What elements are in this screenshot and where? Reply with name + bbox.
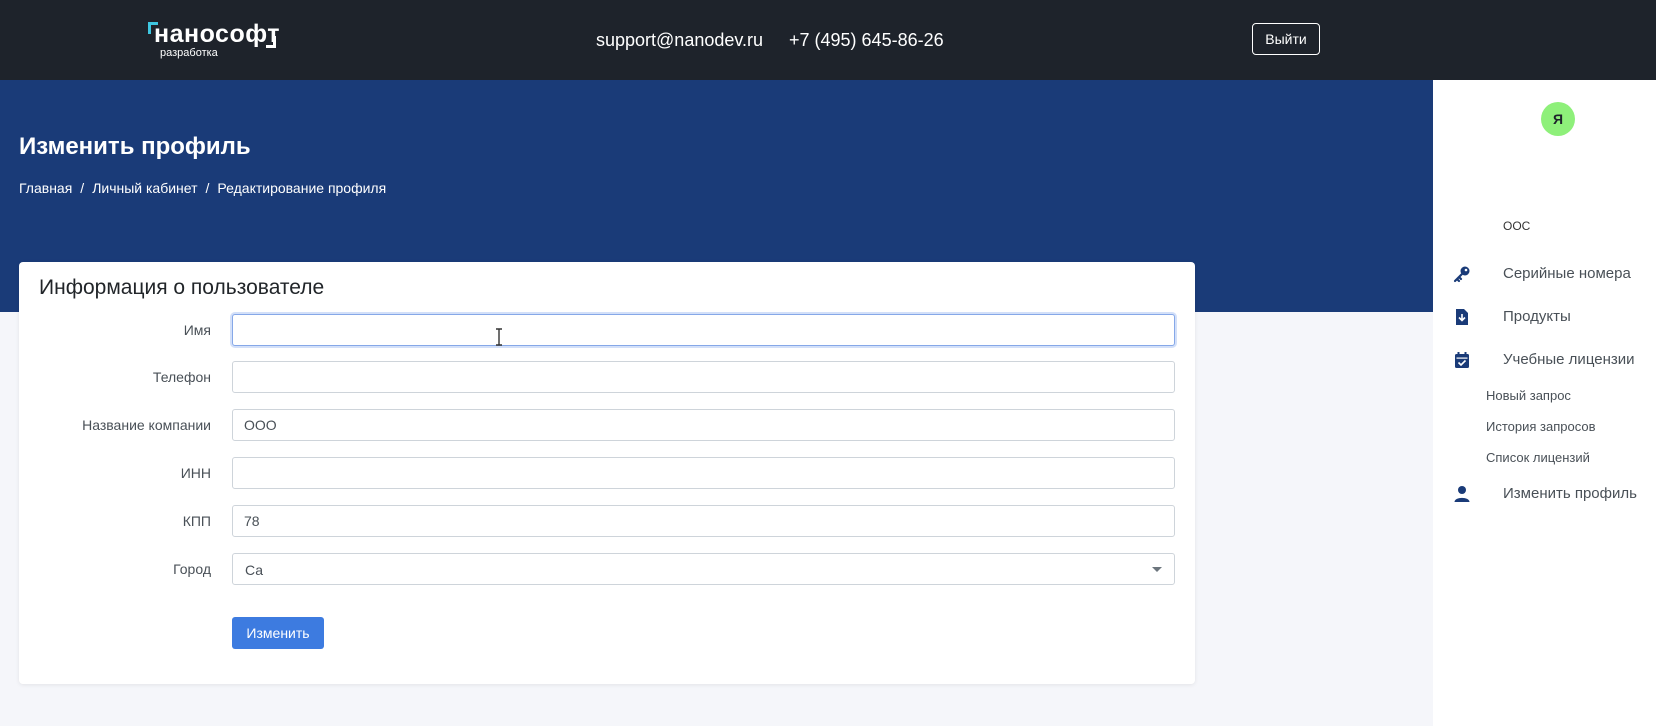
sidebar-item-label: Продукты <box>1503 308 1571 325</box>
key-icon <box>1453 266 1470 283</box>
page-title: Изменить профиль <box>19 133 251 160</box>
chevron-down-icon <box>1152 567 1162 572</box>
sidebar-item-label: Учебные лицензии <box>1503 351 1635 368</box>
sidebar-subitem-license-list[interactable]: Список лицензий <box>1486 449 1590 467</box>
sidebar-item-label: Серийные номера <box>1503 265 1631 282</box>
user-info-card: Информация о пользователе Имя Телефон На… <box>19 262 1195 684</box>
top-bar: нанософт разработка support@nanodev.ru +… <box>0 0 1656 80</box>
breadcrumb: Главная / Личный кабинет / Редактирование пр… <box>19 178 386 198</box>
user-company: ООС <box>1503 219 1531 233</box>
sidebar-subitem-new-request[interactable]: Новый запрос <box>1486 387 1571 405</box>
kpp-label: КПП <box>182 513 211 529</box>
company-input[interactable] <box>232 409 1175 441</box>
name-input[interactable] <box>232 314 1175 346</box>
card-title: Информация о пользователе <box>39 276 325 299</box>
inn-input[interactable] <box>232 457 1175 489</box>
logo[interactable]: нанософт разработка <box>148 20 288 60</box>
support-email-link[interactable]: support@nanodev.ru <box>596 28 763 52</box>
breadcrumb-separator: / <box>80 180 85 196</box>
city-select[interactable]: Са <box>232 553 1175 585</box>
kpp-input[interactable] <box>232 505 1175 537</box>
sidebar: Я ООС Серийные номера Продукты Учебные л… <box>1433 80 1656 726</box>
sidebar-item-label: Изменить профиль <box>1503 485 1637 502</box>
user-icon <box>1454 486 1470 502</box>
text-cursor-icon <box>496 328 502 346</box>
download-file-icon <box>1456 309 1468 325</box>
company-label: Название компании <box>82 417 211 433</box>
inn-label: ИНН <box>180 465 211 481</box>
breadcrumb-home[interactable]: Главная <box>19 180 72 196</box>
breadcrumb-separator: / <box>205 180 210 196</box>
logout-button[interactable]: Выйти <box>1252 23 1320 55</box>
logo-text: нанософт <box>154 20 281 48</box>
name-label: Имя <box>183 322 211 338</box>
calendar-check-icon <box>1455 352 1469 368</box>
support-phone-link[interactable]: +7 (495) 645-86-26 <box>789 28 944 52</box>
city-label: Город <box>173 561 211 577</box>
avatar[interactable]: Я <box>1541 102 1575 136</box>
logo-subtitle: разработка <box>160 47 218 59</box>
breadcrumb-current: Редактирование профиля <box>217 180 387 196</box>
submit-button[interactable]: Изменить <box>232 617 324 649</box>
phone-label: Телефон <box>152 369 211 385</box>
phone-input[interactable] <box>232 361 1175 393</box>
logo-end-icon <box>266 36 276 48</box>
breadcrumb-account[interactable]: Личный кабинет <box>92 180 197 196</box>
city-select-value: Са <box>245 562 264 578</box>
sidebar-subitem-request-history[interactable]: История запросов <box>1486 418 1596 436</box>
